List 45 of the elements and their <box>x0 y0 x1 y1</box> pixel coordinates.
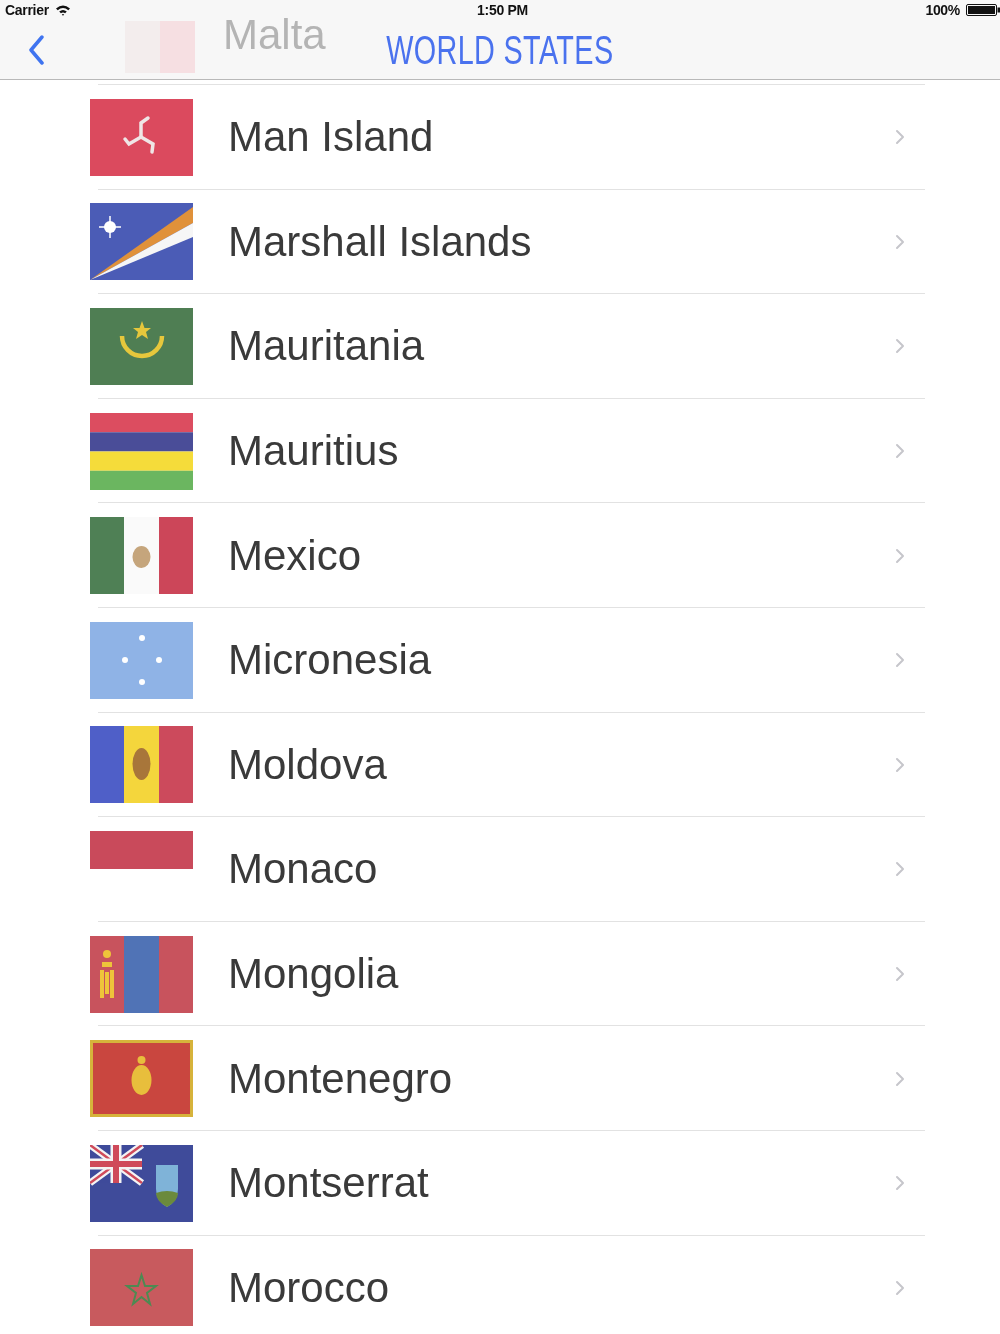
country-name[interactable]: Montserrat <box>228 1159 429 1208</box>
flag-icon <box>90 1144 193 1222</box>
chevron-icon <box>895 547 905 564</box>
country-name[interactable]: Morocco <box>228 1263 390 1312</box>
flag-icon <box>90 935 193 1013</box>
chevron-icon <box>895 652 905 669</box>
chevron-icon <box>895 966 905 983</box>
country-name[interactable]: Monaco <box>228 845 378 894</box>
flag-icon <box>90 830 193 869</box>
flag-icon <box>90 726 193 804</box>
chevron-icon <box>895 1279 905 1296</box>
country-name[interactable]: Mauritius <box>228 427 399 476</box>
flag-icon <box>90 308 193 385</box>
chevron-icon <box>895 861 905 878</box>
flag-icon <box>90 1249 193 1327</box>
flag-icon <box>90 1040 193 1118</box>
chevron-icon <box>895 443 905 460</box>
country-name[interactable]: Mauritania <box>228 322 425 371</box>
flag-icon <box>90 621 193 699</box>
chevron-icon <box>895 756 905 773</box>
country-name[interactable]: Micronesia <box>228 636 432 685</box>
country-name[interactable]: Man Island <box>228 113 434 162</box>
country-name[interactable]: Moldova <box>228 740 387 789</box>
faded-flag-icon <box>125 21 195 73</box>
battery-percent: 100% <box>925 2 960 18</box>
country-name[interactable]: Montenegro <box>228 1054 453 1103</box>
flag-icon <box>90 517 193 595</box>
battery-icon <box>966 4 1000 16</box>
country-name[interactable]: Mongolia <box>228 950 399 999</box>
chevron-icon <box>895 233 905 250</box>
back-chevron-icon <box>28 35 44 65</box>
carrier-label: Carrier <box>5 2 49 18</box>
flag-icon <box>90 412 193 490</box>
wifi-icon <box>54 4 71 16</box>
country-name: Malta <box>223 11 326 59</box>
status-time: 1:50 PM <box>477 2 528 18</box>
chevron-icon <box>895 338 905 355</box>
country-name[interactable]: Mexico <box>228 531 362 580</box>
chevron-icon <box>895 129 905 146</box>
chevron-icon <box>895 1070 905 1087</box>
flag-icon <box>90 203 193 281</box>
flag-icon <box>90 98 193 176</box>
country-name[interactable]: Marshall Islands <box>228 217 532 266</box>
chevron-icon <box>895 1175 905 1192</box>
screen-title: WORLD STATES <box>386 27 614 73</box>
